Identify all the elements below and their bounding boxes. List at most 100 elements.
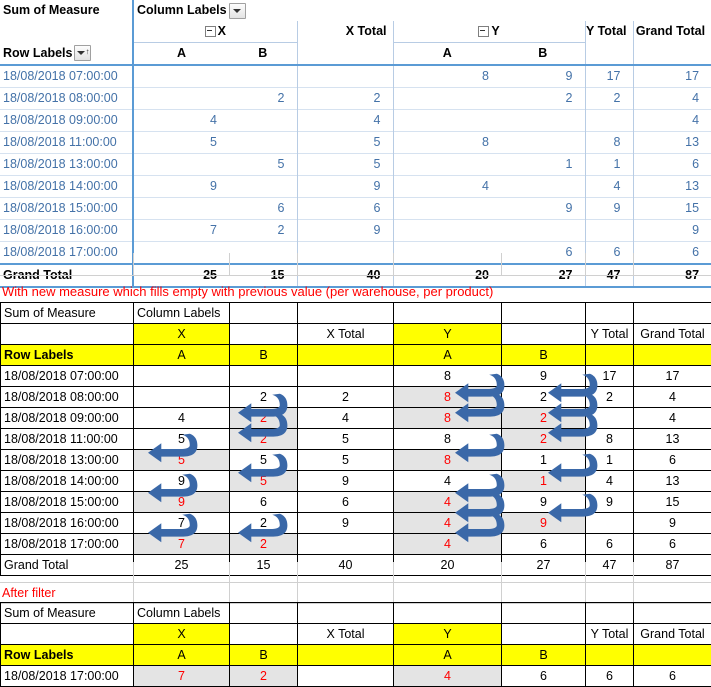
pivot3-group-x: X bbox=[134, 624, 230, 645]
row-label: 18/08/2018 15:00:00 bbox=[1, 492, 134, 513]
pivot2-h2-blank-corner bbox=[1, 324, 134, 345]
cell-xtotal: 9 bbox=[298, 471, 394, 492]
cell-xb: 6 bbox=[230, 492, 298, 513]
pivot2-column-labels-text: Column Labels bbox=[134, 303, 230, 324]
cell-ytotal: 8 bbox=[585, 132, 633, 154]
cell-ytotal: 2 bbox=[586, 387, 634, 408]
pivot2-y-total-sub bbox=[586, 345, 634, 366]
cell-xb: 2 bbox=[230, 387, 298, 408]
pivot3-h2-blank-b bbox=[230, 624, 298, 645]
cell-xa bbox=[133, 88, 229, 110]
table-row: 18/08/2018 14:00:00 9 5 9 4 1 4 13 bbox=[1, 471, 711, 492]
row-label: 18/08/2018 07:00:00 bbox=[0, 65, 133, 88]
table-row: 18/08/2018 17:00:00 7 2 4 6 6 6 bbox=[1, 666, 711, 687]
cell-ytotal bbox=[586, 408, 634, 429]
cell-xa: 5 bbox=[133, 132, 229, 154]
row-label: 18/08/2018 13:00:00 bbox=[0, 154, 133, 176]
cell-xa: 7 bbox=[133, 220, 229, 242]
pivot3-h1-blank-gt bbox=[634, 603, 711, 624]
row-label: 18/08/2018 08:00:00 bbox=[1, 387, 134, 408]
collapse-minus-icon[interactable] bbox=[205, 26, 216, 37]
cell-ya: 4 bbox=[394, 492, 502, 513]
pivot-table-after-filter: Sum of Measure Column Labels X X Total Y… bbox=[0, 602, 711, 687]
cell-xb bbox=[229, 65, 297, 88]
pivot1-column-labels-text: Column Labels bbox=[134, 3, 227, 17]
cell-xb bbox=[229, 110, 297, 132]
cell-xtotal: 6 bbox=[297, 198, 393, 220]
cell-ya: 8 bbox=[394, 387, 502, 408]
cell-grandtotal: 4 bbox=[634, 387, 711, 408]
pivot1-group-x[interactable]: X bbox=[133, 21, 297, 43]
cell-xa bbox=[134, 366, 230, 387]
cell-ya bbox=[393, 88, 501, 110]
filler-row bbox=[0, 562, 711, 583]
table-row: 18/08/2018 07:00:00 8 9 17 17 bbox=[0, 65, 711, 88]
cell-xb: 2 bbox=[230, 408, 298, 429]
cell-yb: 1 bbox=[502, 471, 586, 492]
pivot2-h2-blank-b bbox=[230, 324, 298, 345]
blank-filler-row-1 bbox=[0, 253, 711, 276]
pivot1-row-labels-cell[interactable]: Row Labels↑ bbox=[0, 43, 133, 66]
cell-grandtotal: 13 bbox=[634, 429, 711, 450]
pivot3-grand-total-header: Grand Total bbox=[634, 624, 711, 645]
cell-yb: 2 bbox=[502, 387, 586, 408]
cell-grandtotal: 13 bbox=[633, 176, 711, 198]
cell-grandtotal: 6 bbox=[634, 534, 711, 555]
pivot2-h1-blank-yb bbox=[502, 303, 586, 324]
cell-xtotal bbox=[298, 366, 394, 387]
cell-xa: 4 bbox=[133, 110, 229, 132]
table-row: 18/08/2018 11:00:00 5 2 5 8 2 8 13 bbox=[1, 429, 711, 450]
cell-xb bbox=[229, 176, 297, 198]
row-label: 18/08/2018 08:00:00 bbox=[0, 88, 133, 110]
pivot2-header-row-3: Row Labels A B A B bbox=[1, 345, 711, 366]
cell-xtotal bbox=[298, 666, 394, 687]
pivot2-corner-label: Sum of Measure bbox=[1, 303, 134, 324]
row-label: 18/08/2018 09:00:00 bbox=[0, 110, 133, 132]
cell-xb bbox=[229, 132, 297, 154]
cell-grandtotal: 4 bbox=[633, 110, 711, 132]
pivot1-x-sub-b: B bbox=[229, 43, 297, 66]
cell-ya: 8 bbox=[394, 429, 502, 450]
cell-xa: 7 bbox=[134, 666, 230, 687]
cell-xtotal: 4 bbox=[298, 408, 394, 429]
pivot1-x-sub-a: A bbox=[133, 43, 229, 66]
cell-ytotal: 6 bbox=[586, 534, 634, 555]
pivot1-group-y[interactable]: Y bbox=[393, 21, 585, 43]
pivot1-grand-total-sub bbox=[633, 43, 711, 66]
cell-xtotal: 2 bbox=[298, 387, 394, 408]
cell-xb: 2 bbox=[229, 220, 297, 242]
pivot3-y-total-header: Y Total bbox=[586, 624, 634, 645]
cell-xtotal: 4 bbox=[297, 110, 393, 132]
blank-filler-row-2: After filter bbox=[0, 562, 711, 604]
collapse-minus-icon[interactable] bbox=[478, 26, 489, 37]
pivot2-x-total-sub bbox=[298, 345, 394, 366]
pivot3-h1-blank-yt bbox=[586, 603, 634, 624]
pivot1-header-row-2: X X Total Y Y Total Grand Total bbox=[0, 21, 711, 43]
pivot2-row-labels-text: Row Labels bbox=[1, 345, 134, 366]
cell-ya: 4 bbox=[394, 471, 502, 492]
cell-ytotal bbox=[585, 220, 633, 242]
pivot2-group-x: X bbox=[134, 324, 230, 345]
pivot2-x-sub-b: B bbox=[230, 345, 298, 366]
table-row: 18/08/2018 16:00:00 7 2 9 9 bbox=[0, 220, 711, 242]
cell-xb: 2 bbox=[230, 513, 298, 534]
row-label: 18/08/2018 11:00:00 bbox=[0, 132, 133, 154]
cell-xb: 5 bbox=[229, 154, 297, 176]
pivot1-corner-label: Sum of Measure bbox=[0, 0, 133, 21]
table-row: 18/08/2018 08:00:00 2 2 2 2 4 bbox=[0, 88, 711, 110]
pivot3-h1-blank-b bbox=[230, 603, 298, 624]
cell-ytotal: 4 bbox=[585, 176, 633, 198]
pivot1-blank-corner bbox=[0, 21, 133, 43]
pivot3-grand-total-sub bbox=[634, 645, 711, 666]
cell-ytotal: 2 bbox=[585, 88, 633, 110]
cell-ya: 8 bbox=[393, 65, 501, 88]
cell-ya bbox=[393, 198, 501, 220]
sort-filter-icon[interactable]: ↑ bbox=[74, 45, 91, 61]
pivot3-x-sub-b: B bbox=[230, 645, 298, 666]
cell-ya: 8 bbox=[394, 450, 502, 471]
cell-xtotal: 9 bbox=[297, 176, 393, 198]
filter-dropdown-icon[interactable] bbox=[229, 3, 246, 19]
table-row: 18/08/2018 14:00:00 9 9 4 4 13 bbox=[0, 176, 711, 198]
cell-ya bbox=[393, 110, 501, 132]
cell-yb: 2 bbox=[502, 408, 586, 429]
